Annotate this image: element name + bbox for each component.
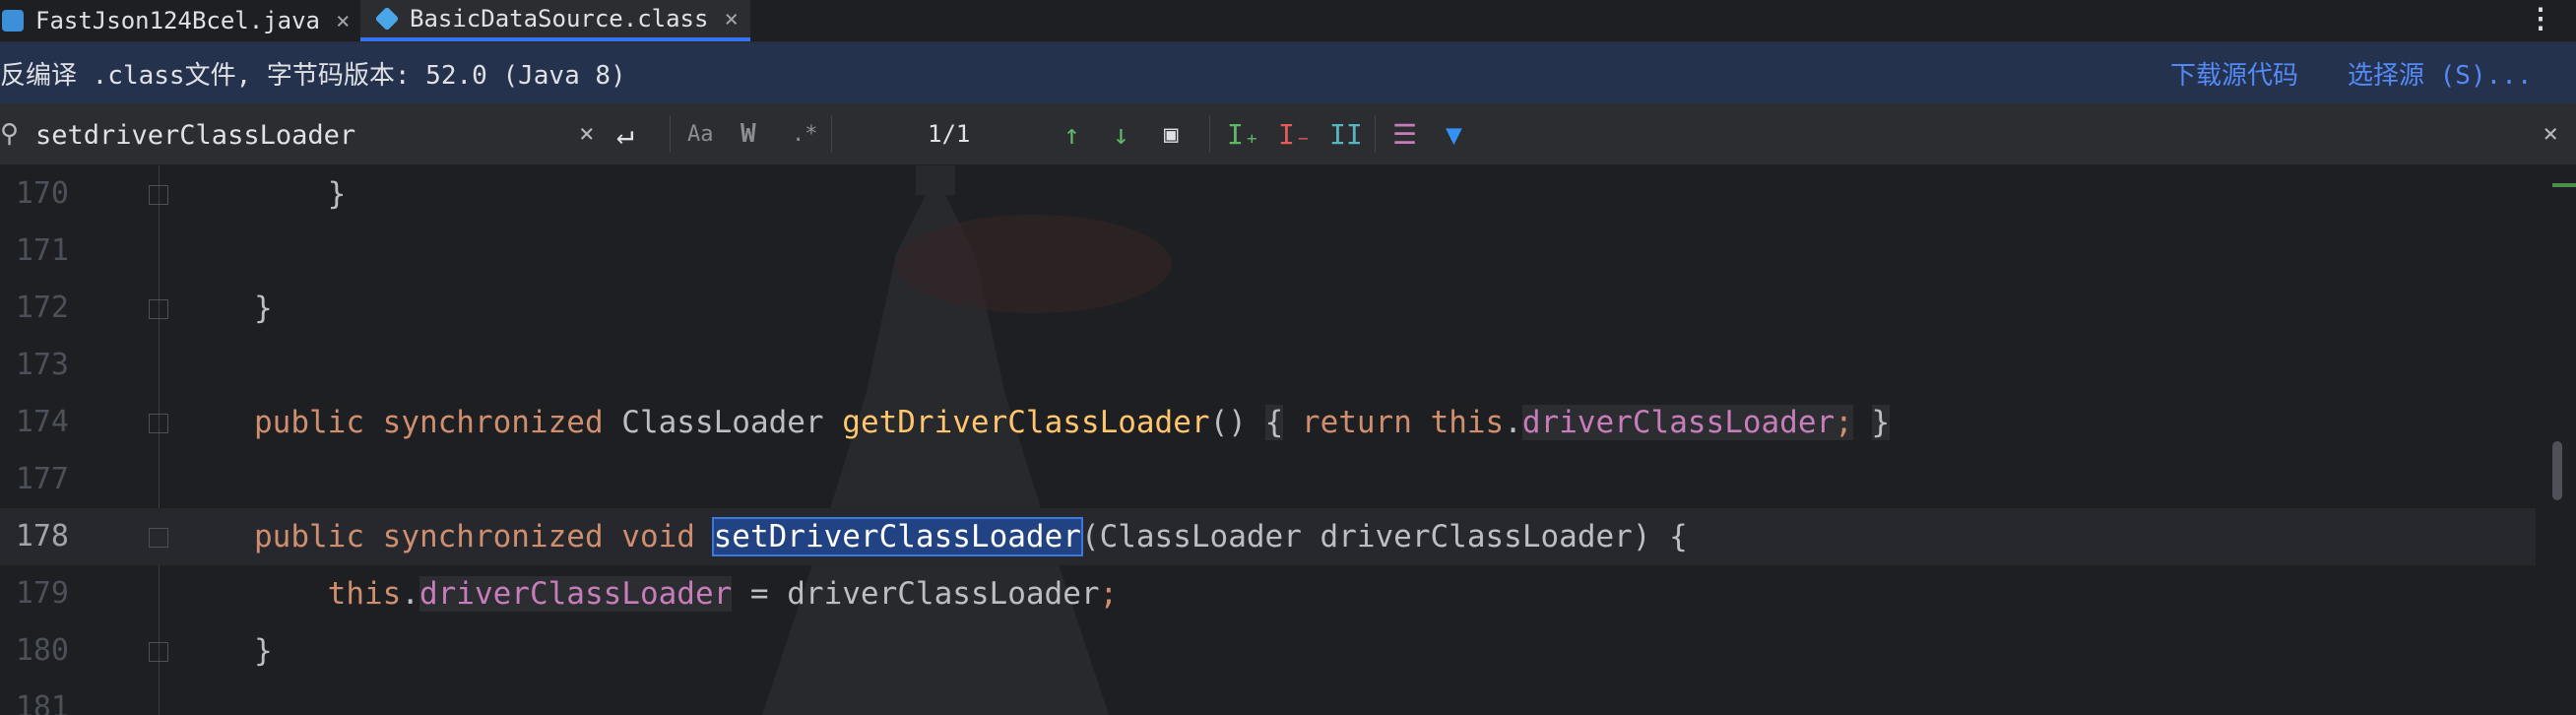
- filter-icon[interactable]: ▼: [1446, 103, 1462, 164]
- scrollbar-marker: [2552, 183, 2576, 187]
- code-line: 170 }: [0, 165, 2536, 223]
- code-line: 174 public synchronized ClassLoader getD…: [0, 394, 2536, 451]
- search-match-highlight: setDriverClassLoader: [711, 517, 1083, 556]
- search-icon[interactable]: ⚲: [0, 103, 19, 164]
- decompiled-message: 反编译 .class文件, 字节码版本: 52.0 (Java 8): [0, 60, 626, 91]
- line-number: 181: [15, 690, 69, 715]
- remove-occurrence-icon[interactable]: I₋: [1278, 103, 1312, 164]
- divider: [670, 115, 671, 153]
- search-input[interactable]: [35, 117, 370, 153]
- code-text: }: [254, 633, 273, 669]
- code-line: 172 }: [0, 280, 2536, 337]
- clear-search-icon[interactable]: ×: [579, 103, 595, 164]
- code-editor[interactable]: 170 } 171 172 } 173 174 public synchroni…: [0, 165, 2576, 715]
- editor-tab-bar: FastJson124Bcel.java × BasicDataSource.c…: [0, 0, 2576, 42]
- line-number: 180: [15, 633, 69, 668]
- code-text: public synchronized void setDriverClassL…: [254, 517, 1688, 556]
- code-line: 180 }: [0, 622, 2536, 680]
- new-line-icon[interactable]: ↵: [616, 103, 634, 164]
- match-count: 1/1: [928, 120, 971, 148]
- select-all-occurrences-icon[interactable]: II: [1329, 103, 1363, 164]
- line-number: 177: [15, 462, 69, 496]
- divider: [1209, 115, 1210, 153]
- line-number: 173: [15, 348, 69, 382]
- code-line: 179 this.driverClassLoader = driverClass…: [0, 565, 2536, 622]
- close-find-bar-icon[interactable]: ×: [2543, 103, 2558, 164]
- vertical-scrollbar[interactable]: [2552, 441, 2562, 500]
- code-line: 177: [0, 451, 2536, 508]
- line-number: 174: [15, 405, 69, 439]
- fold-icon[interactable]: [149, 185, 168, 205]
- close-icon[interactable]: ×: [336, 7, 350, 34]
- code-line: 171: [0, 223, 2536, 280]
- filter-search-results-icon[interactable]: ▣: [1164, 103, 1178, 164]
- fold-icon[interactable]: [149, 642, 168, 662]
- line-number: 179: [15, 576, 69, 611]
- whole-words-toggle[interactable]: W: [741, 103, 756, 164]
- decompiled-info-bar: 反编译 .class文件, 字节码版本: 52.0 (Java 8) 下载源代码…: [0, 42, 2576, 103]
- tab-fastjson124bcel[interactable]: FastJson124Bcel.java ×: [0, 0, 356, 41]
- code-text: public synchronized ClassLoader getDrive…: [254, 405, 1891, 440]
- tab-label: FastJson124Bcel.java: [35, 7, 320, 34]
- match-case-toggle[interactable]: Aa: [687, 103, 714, 164]
- divider: [1375, 115, 1376, 153]
- find-bar: ⚲ × ↵ Aa W .* 1/1 ↑ ↓ ▣ I₊ I₋ II ☰ ▼ ×: [0, 103, 2576, 165]
- class-file-icon: [374, 6, 400, 32]
- expand-fold-icon[interactable]: [149, 414, 168, 433]
- tab-label: BasicDataSource.class: [410, 5, 709, 32]
- close-icon[interactable]: ×: [724, 5, 738, 32]
- regex-toggle[interactable]: .*: [792, 103, 818, 164]
- fold-icon[interactable]: [149, 528, 168, 548]
- download-sources-link[interactable]: 下载源代码: [2170, 55, 2298, 92]
- divider: [831, 115, 832, 153]
- code-line-current: 178 public synchronized void setDriverCl…: [0, 508, 2536, 565]
- code-text: }: [254, 176, 347, 212]
- line-number: 172: [15, 291, 69, 325]
- code-line: 173: [0, 337, 2536, 394]
- line-number: 178: [15, 519, 69, 553]
- previous-occurrence-icon[interactable]: ↑: [1063, 103, 1080, 164]
- choose-sources-link[interactable]: 选择源 (S)...: [2348, 55, 2533, 92]
- line-number: 171: [15, 233, 69, 268]
- code-line: 181: [0, 680, 2536, 715]
- next-occurrence-icon[interactable]: ↓: [1113, 103, 1129, 164]
- java-file-icon: [2, 10, 24, 32]
- fold-icon[interactable]: [149, 299, 168, 319]
- code-text: this.driverClassLoader = driverClassLoad…: [327, 576, 1119, 612]
- add-occurrence-icon[interactable]: I₊: [1227, 103, 1260, 164]
- search-options-icon[interactable]: ☰: [1392, 103, 1417, 164]
- tab-basicdatasource[interactable]: BasicDataSource.class ×: [360, 0, 750, 41]
- code-text: }: [254, 291, 273, 326]
- more-options-icon[interactable]: ⋮: [2527, 2, 2554, 34]
- line-number: 170: [15, 176, 69, 211]
